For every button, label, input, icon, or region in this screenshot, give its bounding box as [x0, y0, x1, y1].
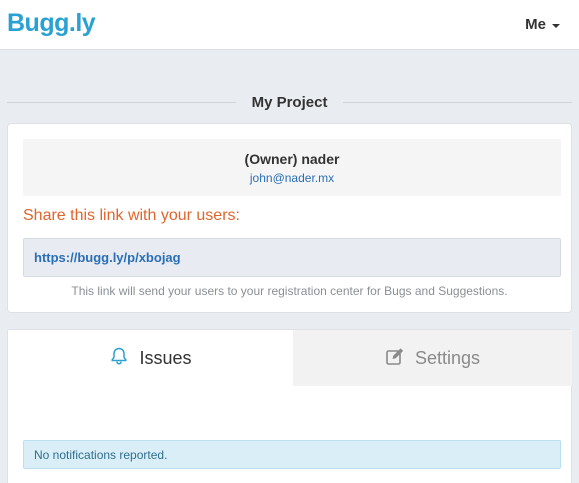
user-menu-dropdown[interactable]: Me	[525, 16, 560, 33]
share-link-help-text: This link will send your users to your r…	[71, 284, 508, 298]
share-link-heading: Share this link with your users:	[23, 207, 240, 224]
tab-issues[interactable]: Issues	[8, 330, 293, 386]
caret-down-icon	[552, 23, 560, 28]
share-link-field[interactable]: https://bugg.ly/p/xbojag	[23, 238, 561, 277]
page-title: My Project	[251, 93, 328, 111]
issues-settings-panel: Issues Settings No notifications reporte…	[7, 329, 572, 483]
brand-logo-link[interactable]: Bugg.ly	[7, 9, 96, 38]
empty-issues-notice: No notifications reported.	[23, 440, 561, 469]
edit-icon	[385, 346, 415, 371]
tab-issues-label: Issues	[139, 347, 192, 368]
tab-settings[interactable]: Settings	[293, 330, 572, 386]
user-menu-label: Me	[525, 16, 546, 33]
top-navbar: Bugg.ly Me	[0, 0, 579, 50]
tab-settings-label: Settings	[414, 347, 481, 368]
bell-icon	[109, 346, 139, 371]
project-card: (Owner) nader john@nader.mx Share this l…	[7, 123, 572, 313]
heading-divider-right	[343, 101, 573, 103]
owner-box: (Owner) nader john@nader.mx	[23, 139, 561, 196]
owner-name: (Owner) nader	[244, 151, 340, 167]
owner-email-link[interactable]: john@nader.mx	[23, 171, 561, 185]
heading-divider-left	[7, 101, 236, 103]
project-heading: My Project	[7, 91, 573, 113]
